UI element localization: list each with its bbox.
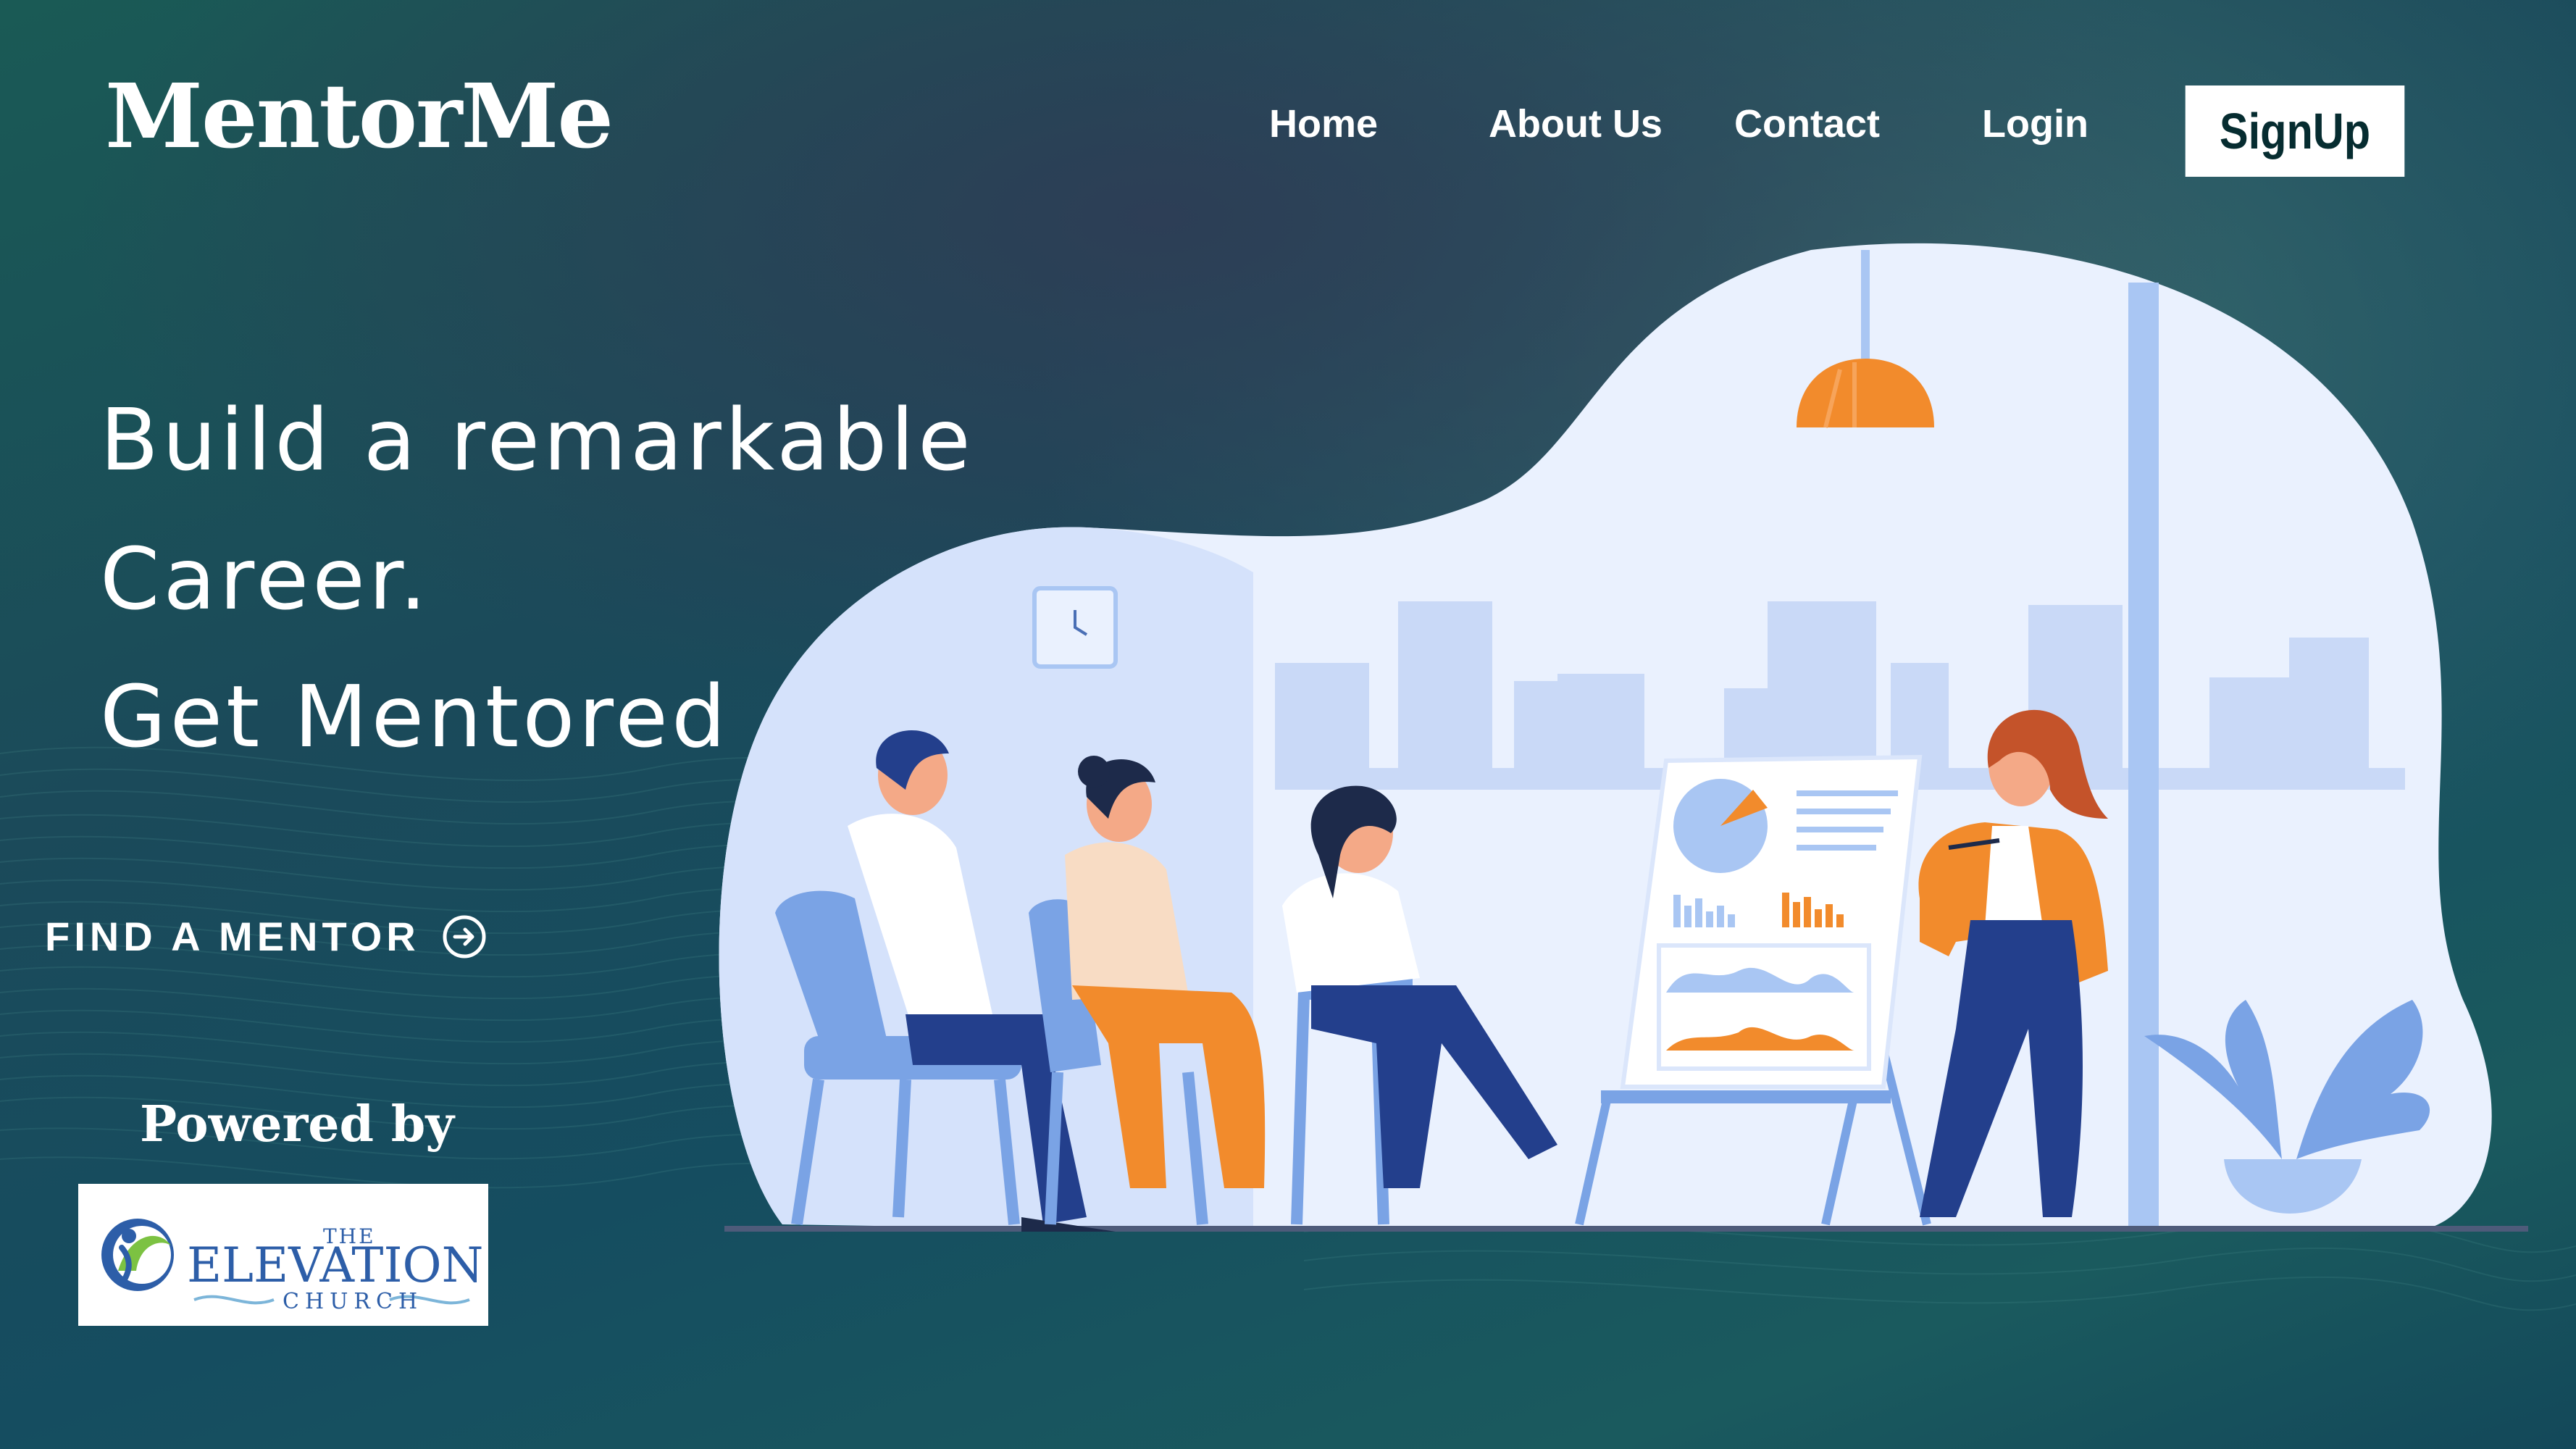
signup-button[interactable]: SignUp — [2185, 85, 2405, 177]
nav-login[interactable]: Login — [1982, 101, 2088, 146]
hero-line-3: Get Mentored — [100, 667, 729, 767]
app-logo[interactable]: MentorMe — [105, 64, 614, 168]
svg-text:ELEVATION: ELEVATION — [187, 1237, 483, 1293]
svg-text:CHURCH: CHURCH — [283, 1289, 423, 1314]
nav-about-us[interactable]: About Us — [1489, 101, 1663, 146]
elevation-church-logo-image: THE ELEVATION CHURCH — [101, 1219, 483, 1314]
nav-contact[interactable]: Contact — [1734, 101, 1880, 146]
find-mentor-link[interactable]: FIND A MENTOR — [45, 913, 487, 960]
find-mentor-label: FIND A MENTOR — [45, 914, 420, 959]
powered-by-label: Powered by — [140, 1095, 454, 1153]
elevation-church-logo[interactable]: THE ELEVATION CHURCH — [78, 1184, 488, 1326]
hero-line-2: Career. — [100, 529, 431, 629]
nav-home[interactable]: Home — [1269, 101, 1378, 146]
arrow-right-circle-icon — [443, 915, 486, 958]
office-meeting-illustration — [719, 243, 2528, 1232]
